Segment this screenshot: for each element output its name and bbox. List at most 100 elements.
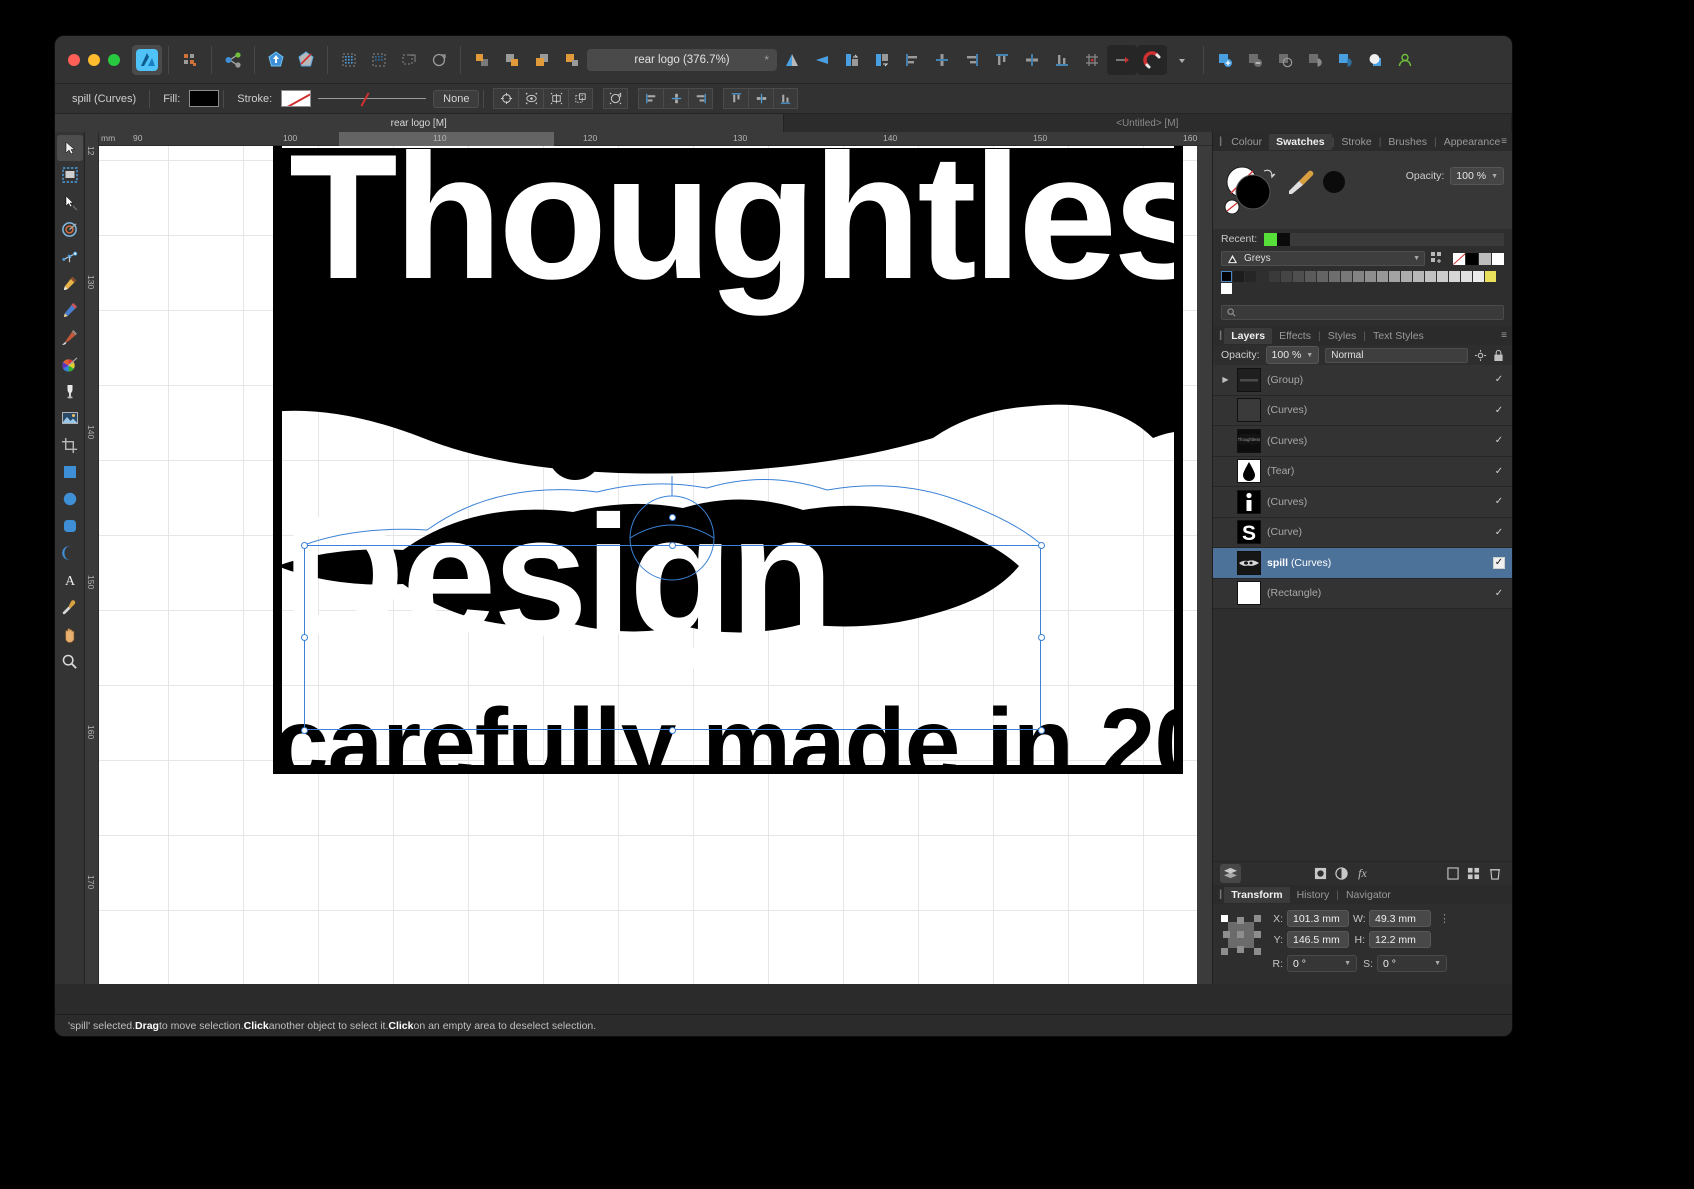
refresh-selection-icon[interactable] [424, 45, 454, 75]
swatch-none[interactable] [1453, 252, 1465, 265]
convert-selection-icon[interactable] [394, 45, 424, 75]
recent-swatch-green[interactable] [1264, 232, 1278, 246]
swatch-grey-preview[interactable] [1479, 252, 1491, 265]
transform-origin-icon[interactable] [493, 88, 519, 109]
magnet-snapping-icon[interactable] [1137, 44, 1167, 75]
swatch[interactable] [1293, 271, 1304, 282]
swatch[interactable] [1473, 271, 1484, 282]
s-input[interactable]: 0 ° ▼ [1377, 955, 1447, 972]
assets-icon[interactable] [175, 45, 205, 75]
share-icon[interactable] [218, 45, 248, 75]
w-input[interactable]: 49.3 mm [1369, 910, 1431, 927]
picked-colour-preview[interactable] [1323, 171, 1345, 193]
close-button[interactable] [68, 53, 80, 66]
align-right-icon[interactable] [957, 45, 987, 75]
pixel-select-icon[interactable] [334, 45, 364, 75]
boolean-intersect-icon[interactable] [1270, 45, 1300, 75]
swatch[interactable] [1317, 271, 1328, 282]
layer-row-thoughtless[interactable]: Thoughtless (Curves) ✓ [1213, 426, 1512, 457]
move-forward-icon[interactable] [497, 45, 527, 75]
show-bounds-icon[interactable] [518, 88, 544, 109]
artboard-tool[interactable] [57, 162, 83, 188]
move-tool[interactable] [56, 135, 83, 161]
swatch[interactable] [1461, 271, 1472, 282]
selection-handle-tl[interactable] [301, 542, 308, 549]
boolean-combine-icon[interactable] [1360, 45, 1390, 75]
flip-vertical-icon[interactable] [807, 45, 837, 75]
fill-stroke-swatches-icon[interactable] [1219, 159, 1289, 217]
palette-grid-view-icon[interactable] [1431, 252, 1447, 265]
canvas-area[interactable]: mm 90 100 110 120 130 140 150 160 12 130… [85, 132, 1212, 984]
align-center-horizontal-icon[interactable] [927, 45, 957, 75]
swatch[interactable] [1413, 271, 1424, 282]
swatch-white-preview[interactable] [1492, 252, 1504, 265]
minimize-button[interactable] [88, 53, 100, 66]
layer-opacity-value[interactable]: 100 % ▼ [1265, 346, 1320, 364]
vector-crop-tool[interactable] [57, 243, 83, 269]
rotation-handle[interactable] [669, 514, 676, 521]
layer-settings-gear-icon[interactable] [1474, 349, 1487, 362]
document-tab-rear-logo[interactable]: rear logo [M] [55, 114, 784, 132]
boolean-subtract-icon[interactable] [1240, 45, 1270, 75]
move-to-front-icon[interactable] [467, 45, 497, 75]
swatch[interactable] [1437, 271, 1448, 282]
swatch[interactable] [1221, 283, 1232, 294]
tab-transform[interactable]: Transform [1224, 886, 1290, 903]
recent-swatch-black[interactable] [1277, 232, 1291, 246]
layer-row-spill[interactable]: spill (Curves) ✓ [1213, 548, 1512, 579]
swatch-grid[interactable] [1213, 268, 1512, 300]
snapping-dropdown-icon[interactable] [1167, 45, 1197, 75]
rotate-bounds-icon[interactable] [603, 88, 629, 109]
tab-styles[interactable]: Styles [1321, 328, 1364, 344]
align-center-ctx-icon[interactable] [663, 88, 689, 109]
selection-handle-mr[interactable] [1038, 634, 1045, 641]
account-icon[interactable] [1390, 45, 1420, 75]
fill-swatch[interactable] [189, 90, 220, 107]
layer-row-rectangle[interactable]: (Rectangle) ✓ [1213, 578, 1512, 609]
affinity-designer-icon[interactable] [132, 44, 162, 75]
crescent-tool[interactable] [57, 540, 83, 566]
rotate-left-icon[interactable] [837, 45, 867, 75]
align-bottom-ctx-icon[interactable] [773, 88, 799, 109]
pen-tool[interactable] [57, 270, 83, 296]
place-image-tool[interactable] [57, 405, 83, 431]
rounded-rectangle-tool[interactable] [57, 513, 83, 539]
tab-layers[interactable]: Layers [1224, 327, 1273, 344]
selection-handle-tr[interactable] [1038, 542, 1045, 549]
align-left-icon[interactable] [897, 45, 927, 75]
node-tool[interactable] [57, 189, 83, 215]
artistic-text-tool[interactable]: A [57, 567, 83, 593]
layer-list[interactable]: ▶ (Group) ✓ (Curves) ✓ Thoughtless (Curv… [1213, 365, 1512, 861]
recent-colours-strip[interactable] [1264, 232, 1504, 246]
rectangle-tool[interactable] [57, 459, 83, 485]
tab-brushes[interactable]: Brushes [1381, 134, 1434, 150]
mask-layer-icon[interactable] [1310, 864, 1331, 883]
vertical-ruler[interactable]: 12 130 140 150 160 170 [85, 132, 99, 984]
swatch[interactable] [1329, 271, 1340, 282]
stroke-width-value[interactable]: None [433, 89, 480, 108]
layers-panel-grip-icon[interactable]: || [1219, 330, 1223, 341]
align-top-icon[interactable] [987, 45, 1017, 75]
tab-text-styles[interactable]: Text Styles [1366, 328, 1431, 344]
swatch[interactable] [1353, 271, 1364, 282]
artboard[interactable]: Thoughtless Design carefully made in 202… [99, 146, 1197, 984]
crop-tool[interactable] [57, 432, 83, 458]
corner-tool[interactable] [57, 216, 83, 242]
remove-from-selection-icon[interactable] [291, 45, 321, 75]
swatch[interactable] [1377, 271, 1388, 282]
snapping-arrow-icon[interactable] [1107, 44, 1137, 75]
align-right-ctx-icon[interactable] [688, 88, 714, 109]
selection-handle-ml[interactable] [301, 634, 308, 641]
document-canvas[interactable]: Thoughtless Design carefully made in 202… [99, 146, 1212, 984]
pencil-tool[interactable] [57, 297, 83, 323]
transform-panel-grip-icon[interactable]: || [1219, 889, 1223, 900]
new-layer-icon[interactable] [1442, 864, 1463, 883]
ellipse-tool[interactable] [57, 486, 83, 512]
fx-layer-icon[interactable]: fx [1352, 864, 1373, 883]
mask-new-icon[interactable] [1463, 864, 1484, 883]
search-input[interactable] [1221, 305, 1504, 320]
document-tab-untitled[interactable]: <Untitled> [M] [784, 114, 1512, 132]
horizontal-ruler[interactable]: mm 90 100 110 120 130 140 150 160 [85, 132, 1212, 146]
opacity-value[interactable]: 100 % ▼ [1450, 167, 1504, 185]
swatch[interactable] [1365, 271, 1376, 282]
